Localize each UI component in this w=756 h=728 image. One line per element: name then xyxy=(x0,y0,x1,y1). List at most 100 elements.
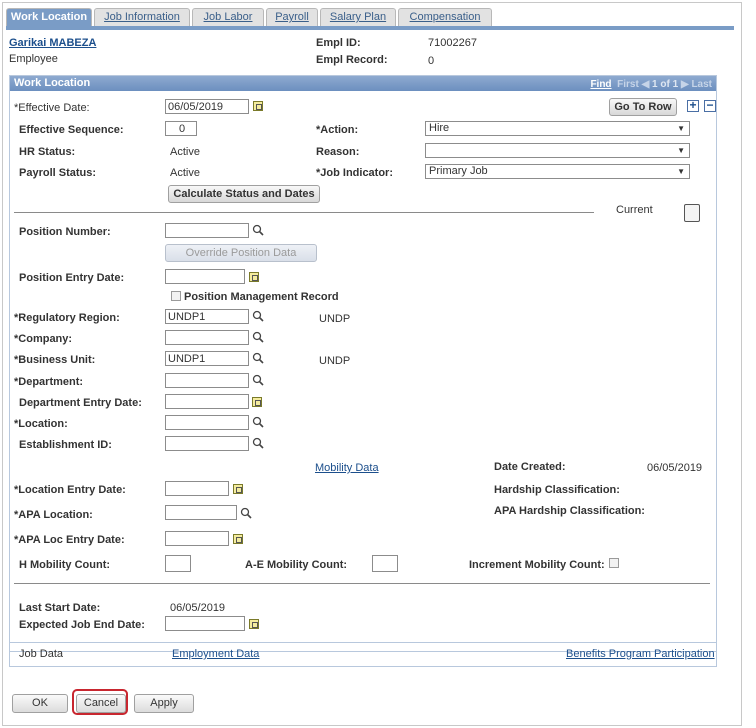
section-title: Work Location xyxy=(14,77,91,89)
tab-salary-plan[interactable]: Salary Plan xyxy=(320,8,396,26)
establishment-id-label: Establishment ID: xyxy=(19,439,112,451)
date-created-value: 06/05/2019 xyxy=(647,462,703,474)
location-entry-date-input[interactable] xyxy=(165,481,229,496)
tab-compensation[interactable]: Compensation xyxy=(398,8,492,26)
expected-job-end-date-label: Expected Job End Date: xyxy=(19,619,145,631)
tab-job-labor[interactable]: Job Labor xyxy=(192,8,264,26)
calendar-icon[interactable] xyxy=(253,101,263,111)
effective-date-input[interactable]: 06/05/2019 xyxy=(165,99,249,114)
empl-id-value: 71002267 xyxy=(428,37,477,49)
empl-id-label: Empl ID: xyxy=(316,37,361,49)
calculate-status-button[interactable]: Calculate Status and Dates xyxy=(168,185,320,203)
hr-status-value: Active xyxy=(170,146,200,158)
tab-payroll[interactable]: Payroll xyxy=(266,8,318,26)
apa-loc-entry-date-label: *APA Loc Entry Date: xyxy=(14,534,125,546)
current-label: Current xyxy=(616,204,653,216)
divider xyxy=(14,212,594,213)
dropdown-arrow-icon: ▼ xyxy=(677,124,685,133)
position-mgmt-checkbox[interactable] xyxy=(171,291,181,301)
first-arrow-icon: ◀ xyxy=(641,79,650,90)
reason-select[interactable]: ▼ xyxy=(425,143,690,158)
lookup-icon[interactable] xyxy=(240,507,252,519)
employment-data-link[interactable]: Employment Data xyxy=(172,648,259,660)
calendar-icon[interactable] xyxy=(249,272,259,282)
lookup-icon[interactable] xyxy=(252,352,264,364)
mobility-data-link[interactable]: Mobility Data xyxy=(315,462,379,474)
payroll-status-label: Payroll Status: xyxy=(19,167,97,179)
hardship-classification-label: Hardship Classification: xyxy=(494,484,620,496)
location-label: *Location: xyxy=(14,418,68,430)
increment-mobility-count-label: Increment Mobility Count: xyxy=(469,559,605,571)
department-label: *Department: xyxy=(14,376,84,388)
action-select[interactable]: Hire ▼ xyxy=(425,121,690,136)
find-link[interactable]: Find xyxy=(590,79,611,90)
position-entry-date-label: Position Entry Date: xyxy=(19,272,125,284)
tab-work-location[interactable]: Work Location xyxy=(6,8,92,26)
row-count: 1 of 1 xyxy=(652,79,679,90)
ae-mobility-count-input[interactable] xyxy=(372,555,398,572)
ae-mobility-count-label: A-E Mobility Count: xyxy=(245,559,348,571)
employee-name: Garikai MABEZA xyxy=(9,37,97,49)
effective-sequence-label: Effective Sequence: xyxy=(19,124,124,136)
lookup-icon[interactable] xyxy=(252,437,264,449)
apa-loc-entry-date-input[interactable] xyxy=(165,531,229,546)
business-unit-label: *Business Unit: xyxy=(14,354,96,366)
apply-button[interactable]: Apply xyxy=(134,694,194,713)
company-label: *Company: xyxy=(14,333,73,345)
divider xyxy=(14,583,710,584)
override-position-button[interactable]: Override Position Data xyxy=(165,244,317,262)
position-number-input[interactable] xyxy=(165,223,249,238)
position-number-label: Position Number: xyxy=(19,226,111,238)
payroll-status-value: Active xyxy=(170,167,200,179)
dropdown-arrow-icon: ▼ xyxy=(677,167,685,176)
last-start-date-label: Last Start Date: xyxy=(19,602,101,614)
department-input[interactable] xyxy=(165,373,249,388)
employee-role: Employee xyxy=(9,53,58,65)
row-navigation: Find First ◀ 1 of 1 ▶ Last xyxy=(590,77,712,92)
last-start-date-value: 06/05/2019 xyxy=(170,602,226,614)
lookup-icon[interactable] xyxy=(252,374,264,386)
location-input[interactable] xyxy=(165,415,249,430)
lookup-icon[interactable] xyxy=(252,310,264,322)
last-arrow-icon: ▶ xyxy=(680,79,689,90)
section-header: Work Location Find First ◀ 1 of 1 ▶ Last xyxy=(10,76,716,91)
empl-record-label: Empl Record: xyxy=(316,54,388,66)
add-row-icon[interactable]: + xyxy=(687,99,699,112)
benefits-program-link[interactable]: Benefits Program Participation xyxy=(566,648,715,660)
apa-hardship-label: APA Hardship Classification: xyxy=(494,505,645,517)
establishment-id-input[interactable] xyxy=(165,436,249,451)
business-unit-desc: UNDP xyxy=(319,355,351,367)
calendar-icon[interactable] xyxy=(233,534,243,544)
h-mobility-count-input[interactable] xyxy=(165,555,191,572)
increment-mobility-checkbox[interactable] xyxy=(609,558,619,568)
date-created-label: Date Created: xyxy=(494,461,566,473)
calendar-icon[interactable] xyxy=(249,619,259,629)
notepad-icon[interactable] xyxy=(684,204,700,222)
apa-location-label: *APA Location: xyxy=(14,509,93,521)
department-entry-date-label: Department Entry Date: xyxy=(19,397,142,409)
department-entry-date-input[interactable] xyxy=(165,394,249,409)
lookup-icon[interactable] xyxy=(252,331,264,343)
calendar-icon[interactable] xyxy=(252,397,262,407)
go-to-row-button[interactable]: Go To Row xyxy=(609,98,677,116)
action-value: Hire xyxy=(429,122,450,134)
apa-location-input[interactable] xyxy=(165,505,237,520)
effective-sequence-input[interactable]: 0 xyxy=(165,121,197,136)
expected-job-end-date-input[interactable] xyxy=(165,616,245,631)
lookup-icon[interactable] xyxy=(252,224,264,236)
business-unit-input[interactable]: UNDP1 xyxy=(165,351,249,366)
job-indicator-select[interactable]: Primary Job ▼ xyxy=(425,164,690,179)
regulatory-region-label: *Regulatory Region: xyxy=(14,312,120,324)
calendar-icon[interactable] xyxy=(233,484,243,494)
tab-job-information[interactable]: Job Information xyxy=(94,8,190,26)
company-input[interactable] xyxy=(165,330,249,345)
position-entry-date-input[interactable] xyxy=(165,269,245,284)
lookup-icon[interactable] xyxy=(252,416,264,428)
job-indicator-value: Primary Job xyxy=(429,165,488,177)
job-data-label: Job Data xyxy=(19,648,64,660)
regulatory-region-input[interactable]: UNDP1 xyxy=(165,309,249,324)
ok-button[interactable]: OK xyxy=(12,694,68,713)
delete-row-icon[interactable]: − xyxy=(704,99,716,112)
hr-status-label: HR Status: xyxy=(19,146,76,158)
position-mgmt-label: Position Management Record xyxy=(184,291,339,303)
